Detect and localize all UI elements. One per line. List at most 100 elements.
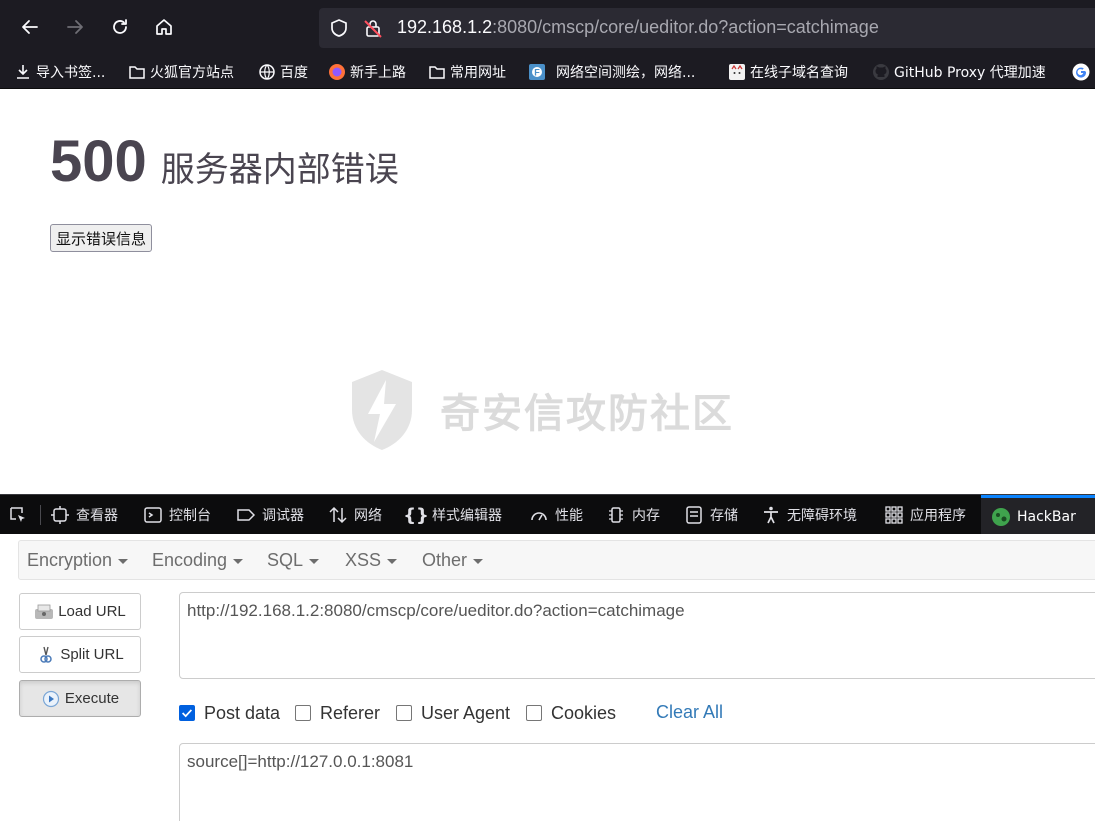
menu-other[interactable]: Other — [422, 550, 484, 571]
url-textarea[interactable]: http://192.168.1.2:8080/cmscp/core/uedit… — [179, 592, 1095, 679]
forward-arrow-icon — [67, 20, 83, 34]
storage-icon — [684, 505, 704, 525]
watermark-text: 奇安信攻防社区 — [440, 391, 734, 437]
clear-all-link[interactable]: Clear All — [656, 702, 723, 723]
hackbar-panel: Encryption Encoding SQL XSS Other Load U… — [0, 534, 1095, 821]
tab-hackbar[interactable]: HackBar — [981, 495, 1095, 535]
home-button[interactable] — [149, 12, 179, 42]
reload-icon — [113, 19, 127, 34]
error-heading: 500 服务器内部错误 — [50, 128, 399, 195]
checkbox-unchecked-icon — [295, 705, 311, 721]
menu-label: XSS — [345, 550, 382, 570]
bookmark-google[interactable] — [1072, 61, 1094, 83]
tab-performance[interactable]: 性能 — [529, 495, 583, 535]
tab-label: 无障碍环境 — [787, 508, 857, 524]
load-url-button[interactable]: Load URL — [19, 593, 141, 630]
folder-icon — [428, 63, 446, 81]
bookmark-label: 新手上路 — [350, 65, 406, 81]
checkbox-label: Referer — [320, 702, 381, 723]
element-picker-button[interactable] — [8, 495, 34, 535]
tab-accessibility[interactable]: 无障碍环境 — [761, 495, 857, 535]
bookmark-label: 常用网址 — [450, 65, 506, 81]
menu-xss[interactable]: XSS — [345, 550, 398, 571]
referer-checkbox[interactable]: Referer — [295, 702, 380, 724]
cookies-checkbox[interactable]: Cookies — [526, 702, 616, 724]
back-arrow-icon — [22, 20, 38, 34]
tab-label: 调试器 — [262, 508, 304, 524]
svg-text:F: F — [534, 68, 540, 78]
tab-label: 网络 — [354, 508, 382, 524]
tab-application[interactable]: 应用程序 — [884, 495, 966, 535]
tab-network[interactable]: 网络 — [328, 495, 382, 535]
tab-label: 应用程序 — [910, 508, 966, 524]
github-icon — [872, 63, 890, 81]
tab-label: 控制台 — [169, 508, 211, 524]
page-content: 500 服务器内部错误 显示错误信息 奇安信攻防社区 — [0, 90, 1095, 494]
url-bar[interactable]: 192.168.1.2:8080/cmscp/core/ueditor.do?a… — [319, 8, 1095, 48]
tab-console[interactable]: 控制台 — [143, 495, 211, 535]
caret-down-icon — [309, 558, 320, 564]
back-button[interactable] — [15, 12, 45, 42]
tab-label: 查看器 — [76, 508, 118, 524]
url-host: 192.168.1.2 — [397, 17, 493, 37]
menu-encoding[interactable]: Encoding — [152, 550, 244, 571]
tracking-shield-icon[interactable] — [329, 18, 349, 38]
accessibility-icon — [761, 505, 781, 525]
bookmark-fofa[interactable]: F 网络空间测绘，网络... — [528, 61, 695, 83]
caret-down-icon — [387, 558, 398, 564]
fofa-icon: F — [528, 63, 546, 81]
tab-label: 内存 — [632, 508, 660, 524]
bookmark-subdomain[interactable]: 在线子域名查询 — [728, 61, 848, 83]
forward-button[interactable] — [60, 12, 90, 42]
execute-button[interactable]: Execute — [19, 680, 141, 717]
menu-encryption[interactable]: Encryption — [27, 550, 129, 571]
bookmark-import[interactable]: 导入书签... — [14, 61, 105, 83]
folder-icon — [128, 63, 146, 81]
button-label: Load URL — [58, 603, 126, 620]
bookmark-label: GitHub Proxy 代理加速 — [894, 65, 1046, 81]
menu-label: Encryption — [27, 550, 113, 570]
network-icon — [328, 505, 348, 525]
play-icon — [41, 690, 61, 708]
tab-debugger[interactable]: 调试器 — [236, 495, 304, 535]
lightning-shield-icon — [352, 370, 412, 450]
toolbar-divider — [40, 505, 41, 525]
reload-button[interactable] — [105, 12, 135, 42]
insecure-lock-icon[interactable] — [363, 18, 383, 38]
menu-sql[interactable]: SQL — [267, 550, 320, 571]
bookmark-github-proxy[interactable]: GitHub Proxy 代理加速 — [872, 61, 1046, 83]
split-url-button[interactable]: Split URL — [19, 636, 141, 673]
menu-label: Other — [422, 550, 468, 570]
bookmark-common-sites[interactable]: 常用网址 — [428, 61, 506, 83]
post-data-checkbox[interactable]: Post data — [179, 702, 280, 724]
google-icon — [1072, 63, 1090, 81]
application-icon — [884, 505, 904, 525]
performance-icon — [529, 505, 549, 525]
tab-label: 样式编辑器 — [432, 508, 502, 524]
home-icon — [156, 19, 172, 35]
post-data-textarea[interactable]: source[]=http://127.0.0.1:8081 — [179, 743, 1095, 821]
tab-storage[interactable]: 存储 — [684, 495, 738, 535]
tab-inspector[interactable]: 查看器 — [50, 495, 118, 535]
import-icon — [14, 63, 32, 81]
show-error-info-button[interactable]: 显示错误信息 — [50, 224, 153, 252]
bookmark-label: 百度 — [280, 65, 308, 81]
tab-label: 存储 — [710, 508, 738, 524]
bookmark-firefox-site[interactable]: 火狐官方站点 — [128, 61, 234, 83]
url-text[interactable]: 192.168.1.2:8080/cmscp/core/ueditor.do?a… — [397, 17, 879, 38]
button-label: Split URL — [60, 646, 124, 663]
memory-icon — [606, 505, 626, 525]
tab-memory[interactable]: 内存 — [606, 495, 660, 535]
console-icon — [143, 505, 163, 525]
checkbox-label: User Agent — [421, 702, 511, 723]
bookmark-getting-started[interactable]: 新手上路 — [328, 61, 406, 83]
checkbox-checked-icon — [179, 705, 195, 721]
tab-style-editor[interactable]: {} 样式编辑器 — [403, 495, 502, 535]
bookmark-label: 导入书签... — [36, 65, 106, 81]
menu-label: Encoding — [152, 550, 228, 570]
user-agent-checkbox[interactable]: User Agent — [396, 702, 510, 724]
bookmark-baidu[interactable]: 百度 — [258, 61, 308, 83]
style-editor-icon: {} — [403, 504, 429, 526]
checkbox-label: Cookies — [551, 702, 617, 723]
bookmark-label: 在线子域名查询 — [750, 65, 848, 81]
